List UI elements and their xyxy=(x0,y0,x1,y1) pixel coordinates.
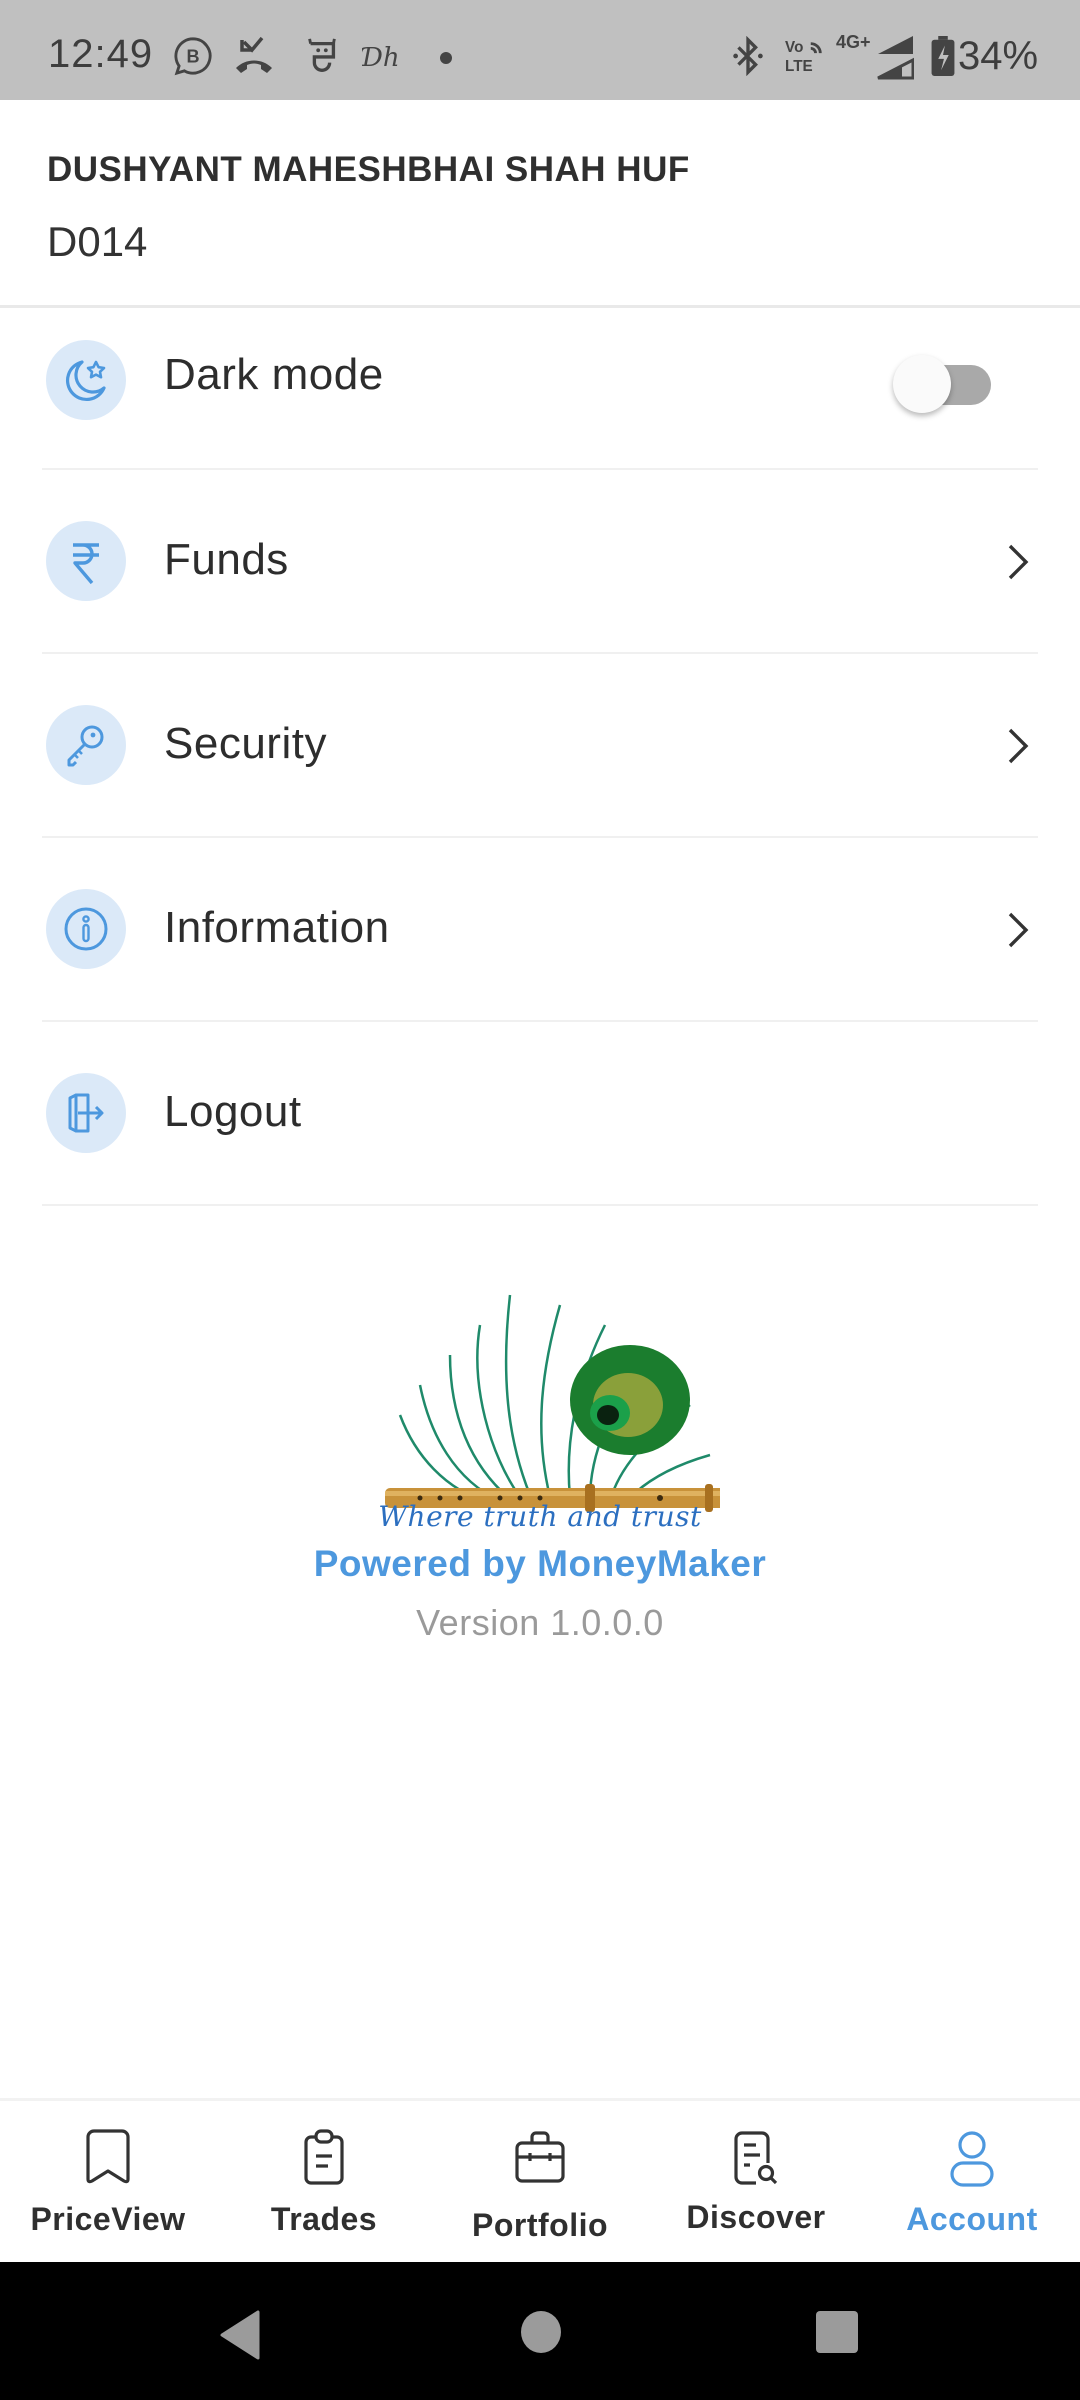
account-name: DUSHYANT MAHESHBHAI SHAH HUF xyxy=(47,150,690,189)
home-button[interactable] xyxy=(520,2310,562,2354)
nav-label: PriceView xyxy=(30,2201,186,2237)
back-button[interactable] xyxy=(218,2310,262,2360)
menu-label: Dark mode xyxy=(164,350,384,399)
volte-icon: Vo LTE xyxy=(785,39,822,75)
chevron-right-icon xyxy=(1008,912,1029,948)
4g-plus-signal-icon: 4G+ xyxy=(836,32,914,80)
menu-label: Funds xyxy=(164,535,289,584)
nav-tab-trades[interactable]: Trades xyxy=(216,2101,432,2263)
status-time: 12:49 xyxy=(48,32,154,76)
status-bar: 12:49 B Ɗh Vo LTE 4G+ 34% xyxy=(0,0,1080,100)
nav-tab-priceview[interactable]: PriceView xyxy=(0,2101,216,2263)
svg-text:LTE: LTE xyxy=(785,58,813,75)
account-id: D014 xyxy=(47,218,148,265)
account-header: DUSHYANT MAHESHBHAI SHAH HUF D014 xyxy=(0,100,1080,308)
svg-text:Vo: Vo xyxy=(785,39,803,56)
app-version: Version 1.0.0.0 xyxy=(416,1602,664,1643)
feather-eye-center xyxy=(597,1405,619,1425)
logo-tagline: Where truth and trust xyxy=(378,1500,702,1533)
divider xyxy=(42,1204,1038,1206)
account-menu: Dark mode Funds Security Information Log… xyxy=(0,310,1080,1206)
disney-hotstar-icon: Ɗh xyxy=(362,43,400,73)
missed-call-icon xyxy=(236,36,272,73)
nav-label: Trades xyxy=(270,2201,378,2237)
key-icon xyxy=(46,705,126,785)
menu-label: Information xyxy=(164,903,390,952)
menu-item-funds[interactable]: Funds xyxy=(0,470,1080,654)
app-notification-icon xyxy=(308,38,336,72)
clipboard-icon xyxy=(304,2129,344,2185)
bookmark-icon xyxy=(86,2129,130,2184)
menu-item-information[interactable]: Information xyxy=(0,838,1080,1022)
menu-label: Logout xyxy=(164,1087,302,1136)
info-icon xyxy=(46,889,126,969)
svg-text:Ɗh: Ɗh xyxy=(362,43,400,73)
dark-mode-toggle[interactable] xyxy=(893,346,999,413)
bottom-navigation: PriceView Trades Portfolio Discover Acco… xyxy=(0,2098,1080,2260)
battery-charging-icon xyxy=(931,36,955,76)
moon-star-icon xyxy=(46,340,126,420)
bluetooth-icon xyxy=(733,36,763,76)
nav-tab-discover[interactable]: Discover xyxy=(648,2101,864,2263)
chevron-right-icon xyxy=(1008,728,1029,764)
nav-tab-portfolio[interactable]: Portfolio xyxy=(432,2101,648,2263)
menu-label: Security xyxy=(164,719,327,768)
recents-button[interactable] xyxy=(815,2310,859,2354)
menu-item-logout[interactable]: Logout xyxy=(0,1022,1080,1206)
nav-label: Account xyxy=(906,2201,1038,2237)
nav-label: Discover xyxy=(686,2199,826,2235)
logout-door-icon xyxy=(46,1073,126,1153)
svg-text:4G+: 4G+ xyxy=(836,32,871,52)
menu-item-security[interactable]: Security xyxy=(0,654,1080,838)
more-notifications-dot xyxy=(440,52,452,64)
powered-by-text: Powered by MoneyMaker xyxy=(313,1543,767,1584)
briefcase-icon xyxy=(515,2131,565,2183)
battery-percentage: 34% xyxy=(958,34,1039,78)
system-navigation-bar xyxy=(0,2262,1080,2400)
user-icon xyxy=(950,2131,994,2187)
menu-item-dark-mode[interactable]: Dark mode xyxy=(0,310,1080,470)
whatsapp-business-icon: B xyxy=(174,37,212,76)
chevron-right-icon xyxy=(1008,544,1029,580)
nav-label: Portfolio xyxy=(471,2207,609,2243)
nav-tab-account[interactable]: Account xyxy=(864,2101,1080,2263)
svg-text:B: B xyxy=(186,47,199,67)
document-search-icon xyxy=(734,2131,778,2185)
toggle-thumb xyxy=(893,355,951,413)
rupee-icon xyxy=(46,521,126,601)
